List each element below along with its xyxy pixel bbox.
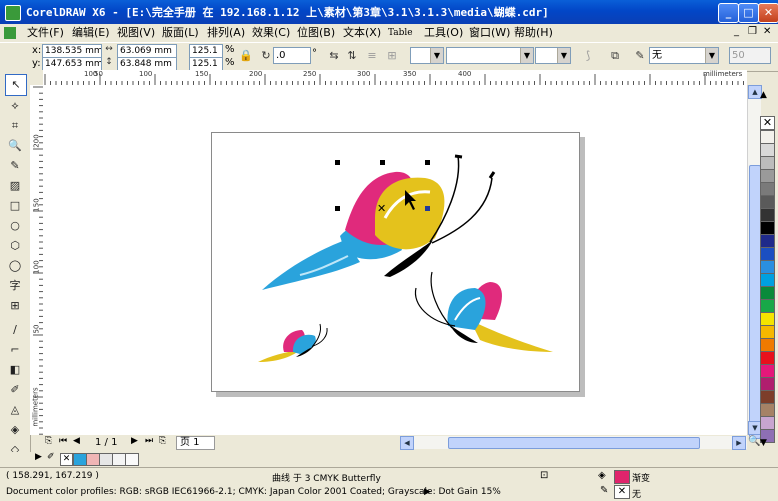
scroll-right-icon[interactable]: ▶ [732, 436, 746, 450]
palette-swatch[interactable] [760, 182, 775, 196]
doc-color-swatch[interactable] [73, 453, 87, 466]
butterfly-medium[interactable] [414, 271, 553, 352]
cursor-coordinates: ( 158.291, 167.219 ) [6, 471, 99, 481]
palette-swatch[interactable] [760, 195, 775, 209]
palette-swatch[interactable] [760, 403, 775, 417]
palette-swatch[interactable] [760, 416, 775, 430]
doc-color-swatch[interactable] [125, 453, 139, 466]
palette-swatch[interactable] [760, 143, 775, 157]
next-page-icon[interactable]: ▶ [131, 436, 138, 446]
fill-bucket-icon: ◈ [598, 470, 606, 481]
add-page-icon[interactable]: ⎘ [159, 436, 166, 446]
page-tab[interactable]: 页 1 [176, 436, 215, 450]
butterfly-small[interactable] [258, 323, 328, 362]
palette-swatch[interactable] [760, 390, 775, 404]
palette-flyout-icon[interactable]: ▶ [35, 452, 42, 462]
color-proof-icon[interactable]: ⊡ [540, 470, 548, 481]
last-page-icon[interactable]: ⏭ [145, 436, 153, 446]
palette-swatch[interactable] [760, 130, 775, 144]
page-icon: ⎘ [45, 436, 53, 446]
scroll-left-icon[interactable]: ◀ [400, 436, 414, 450]
status-bar: ( 158.291, 167.219 ) 曲线 于 3 CMYK Butterf… [0, 467, 778, 485]
doc-color-swatch[interactable] [112, 453, 126, 466]
doc-no-color-swatch[interactable]: ✕ [60, 453, 73, 466]
palette-swatch[interactable] [760, 169, 775, 183]
butterfly-large[interactable] [262, 154, 496, 290]
palette-swatch[interactable] [760, 299, 775, 313]
palette-swatch[interactable] [760, 364, 775, 378]
outline-pen-status-icon: ✎ [600, 485, 609, 496]
palette-swatch[interactable] [760, 234, 775, 248]
palette-swatch[interactable] [760, 286, 775, 300]
palette-swatch[interactable] [760, 221, 775, 235]
selection-info: 曲线 于 3 CMYK Butterfly [272, 474, 381, 484]
profiles-expand-icon[interactable]: ▶ [424, 487, 431, 497]
palette-scroll-down-icon[interactable]: ▼ [760, 438, 767, 448]
palette-swatch[interactable] [760, 208, 775, 222]
doc-color-swatch[interactable] [99, 453, 113, 466]
page-navigator: ⎘ ⏮ ◀ 1 / 1 ▶ ⏭ ⎘ 页 1 [43, 436, 400, 450]
vertical-scrollbar[interactable]: ▲ ▼ [747, 85, 762, 439]
palette-swatch[interactable] [760, 156, 775, 170]
color-palette [760, 112, 775, 443]
center-marker-icon: ✕ [377, 202, 386, 215]
fill-type-label: 渐变 [632, 474, 651, 484]
page-count: 1 / 1 [95, 437, 118, 448]
outline-none-swatch[interactable]: ✕ [614, 485, 630, 499]
status-bar-second-row: Document color profiles: RGB: sRGB IEC61… [0, 484, 778, 501]
doc-color-swatch[interactable] [86, 453, 100, 466]
palette-swatch[interactable] [760, 312, 775, 326]
eyedropper-icon[interactable]: ✐ [47, 452, 55, 462]
horizontal-scroll-thumb[interactable] [448, 437, 700, 449]
outline-type-label: 无 [632, 490, 642, 500]
palette-swatch[interactable] [760, 338, 775, 352]
palette-swatch[interactable] [760, 260, 775, 274]
palette-swatch[interactable] [760, 247, 775, 261]
butterfly-artwork: ✕ [258, 154, 553, 362]
fill-color-swatch[interactable] [614, 470, 630, 484]
palette-swatch[interactable] [760, 325, 775, 339]
palette-swatch[interactable] [760, 377, 775, 391]
zoom-corner-icon[interactable]: 🔍 [748, 436, 760, 447]
first-page-icon[interactable]: ⏮ [59, 436, 67, 446]
document-palette-row: ▶ ✐ ✕ [0, 452, 778, 466]
palette-swatch[interactable] [760, 351, 775, 365]
prev-page-icon[interactable]: ◀ [73, 436, 80, 446]
palette-swatch[interactable] [760, 273, 775, 287]
palette-scroll-up-icon[interactable]: ▲ [760, 90, 767, 100]
horizontal-scrollbar[interactable]: ◀ ▶ [400, 436, 747, 450]
